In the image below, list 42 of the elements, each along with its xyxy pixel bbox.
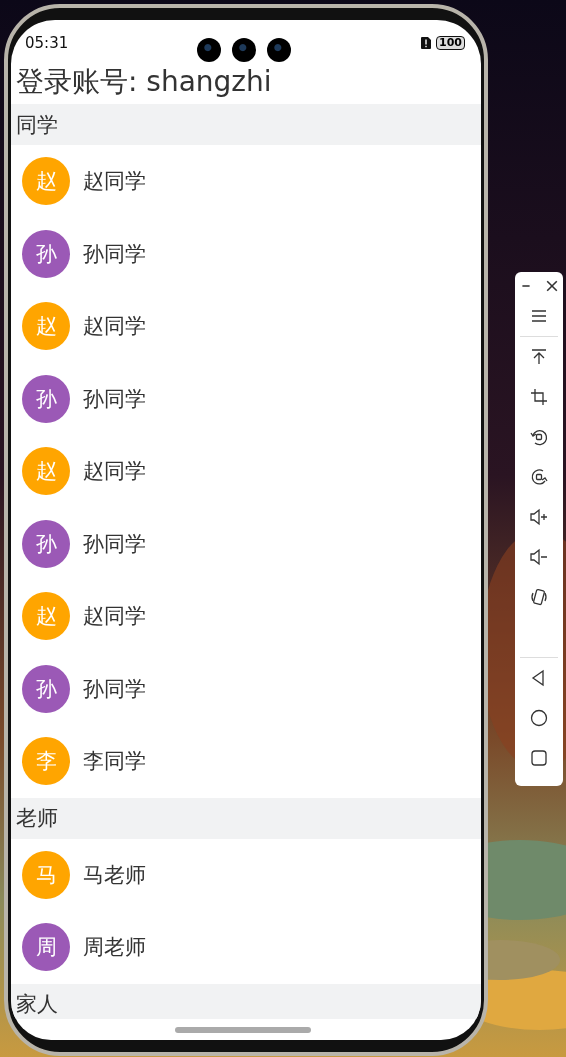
sim-alert-icon	[421, 37, 432, 49]
contact-item[interactable]: 孙 孙同学	[11, 507, 481, 580]
volume-down-icon[interactable]	[529, 547, 549, 567]
avatar: 赵	[22, 447, 70, 496]
battery-level: 100	[436, 36, 465, 50]
pin-top-icon[interactable]	[529, 347, 549, 367]
group-header: 老师	[11, 797, 481, 839]
avatar: 孙	[22, 664, 70, 713]
volume-up-icon[interactable]	[529, 507, 549, 527]
avatar: 孙	[22, 519, 70, 568]
contact-item[interactable]: 赵 赵同学	[11, 435, 481, 508]
group-header: 家人	[11, 983, 481, 1019]
crop-icon[interactable]	[529, 387, 549, 407]
avatar: 赵	[22, 302, 70, 351]
camera-icon	[267, 38, 291, 62]
contact-item[interactable]: 马 马老师	[11, 838, 481, 911]
contact-item[interactable]: 李 李同学	[11, 725, 481, 798]
status-time: 05:31	[25, 34, 69, 52]
rotate-right-icon[interactable]	[529, 467, 549, 487]
contact-item[interactable]: 赵 赵同学	[11, 145, 481, 218]
camera-icon	[232, 38, 256, 62]
rotate-left-icon[interactable]	[529, 427, 549, 447]
avatar: 赵	[22, 157, 70, 206]
avatar: 周	[22, 923, 70, 972]
contact-item[interactable]: 孙 孙同学	[11, 652, 481, 725]
recent-apps-icon[interactable]	[529, 748, 549, 768]
account-title: 登录账号: shangzhi	[15, 64, 273, 100]
avatar: 赵	[22, 592, 70, 641]
avatar: 孙	[22, 374, 70, 423]
avatar: 马	[22, 850, 70, 899]
home-icon[interactable]	[529, 708, 549, 728]
contact-item[interactable]: 孙 孙同学	[11, 217, 481, 290]
contact-item[interactable]: 周 周老师	[11, 911, 481, 984]
avatar: 李	[22, 737, 70, 786]
group-header: 同学	[11, 104, 481, 145]
camera-icon	[197, 38, 221, 62]
close-icon[interactable]	[546, 280, 558, 292]
contact-item[interactable]: 孙 孙同学	[11, 362, 481, 435]
shake-icon[interactable]	[529, 587, 549, 607]
contact-item[interactable]: 赵 赵同学	[11, 580, 481, 653]
contact-item[interactable]: 赵 赵同学	[11, 290, 481, 363]
avatar: 孙	[22, 229, 70, 278]
